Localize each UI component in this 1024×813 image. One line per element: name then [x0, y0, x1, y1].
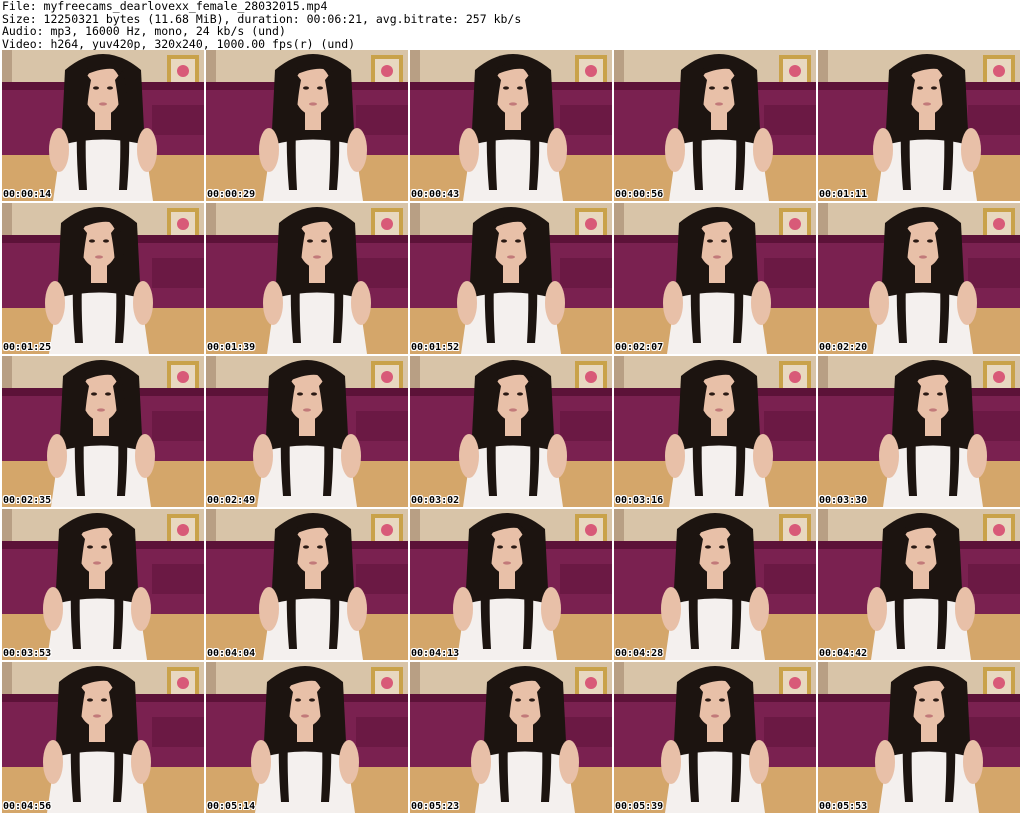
file-info-header: File: myfreecams_dearlovexx_female_28032… [2, 0, 1020, 50]
frame-image [614, 356, 816, 507]
frame-image [206, 203, 408, 354]
frame-image [818, 203, 1020, 354]
frame-image [410, 662, 612, 813]
thumbnail-timestamp: 00:03:16 [615, 495, 664, 506]
thumbnail-timestamp: 00:00:29 [207, 189, 256, 200]
thumbnail-timestamp: 00:02:35 [3, 495, 52, 506]
thumbnail-timestamp: 00:02:20 [819, 342, 868, 353]
video-thumbnail: 00:05:39 [614, 662, 816, 813]
video-thumbnail: 00:05:23 [410, 662, 612, 813]
video-thumbnail: 00:04:56 [2, 662, 204, 813]
frame-image [206, 356, 408, 507]
video-thumbnail: 00:01:11 [818, 50, 1020, 201]
frame-image [410, 203, 612, 354]
frame-image [818, 356, 1020, 507]
thumbnail-timestamp: 00:04:42 [819, 648, 868, 659]
thumbnail-timestamp: 00:04:56 [3, 801, 52, 812]
video-thumbnail: 00:00:14 [2, 50, 204, 201]
video-thumbnail: 00:03:53 [2, 509, 204, 660]
thumbnail-timestamp: 00:00:56 [615, 189, 664, 200]
frame-image [818, 662, 1020, 813]
video-thumbnail: 00:00:56 [614, 50, 816, 201]
frame-image [614, 509, 816, 660]
video-thumbnail: 00:04:28 [614, 509, 816, 660]
thumbnail-timestamp: 00:03:53 [3, 648, 52, 659]
video-thumbnail: 00:04:42 [818, 509, 1020, 660]
video-thumbnail: 00:01:25 [2, 203, 204, 354]
video-thumbnail: 00:05:14 [206, 662, 408, 813]
frame-image [410, 356, 612, 507]
frame-image [614, 50, 816, 201]
thumbnail-timestamp: 00:03:30 [819, 495, 868, 506]
frame-image [410, 509, 612, 660]
thumbnail-timestamp: 00:00:14 [3, 189, 52, 200]
video-thumbnail: 00:02:35 [2, 356, 204, 507]
thumbnail-timestamp: 00:01:11 [819, 189, 868, 200]
frame-image [2, 203, 204, 354]
video-line: Video: h264, yuv420p, 320x240, 1000.00 f… [2, 36, 356, 51]
thumbnail-timestamp: 00:01:39 [207, 342, 256, 353]
frame-image [2, 509, 204, 660]
video-thumbnail: 00:01:52 [410, 203, 612, 354]
frame-image [818, 509, 1020, 660]
thumbnail-timestamp: 00:05:14 [207, 801, 256, 812]
thumbnail-timestamp: 00:05:53 [819, 801, 868, 812]
thumbnail-timestamp: 00:04:28 [615, 648, 664, 659]
frame-image [2, 662, 204, 813]
file-name-line: File: myfreecams_dearlovexx_female_28032… [2, 0, 328, 13]
video-thumbnail: 00:04:13 [410, 509, 612, 660]
audio-line: Audio: mp3, 16000 Hz, mono, 24 kb/s (und… [2, 24, 286, 38]
thumbnail-timestamp: 00:05:39 [615, 801, 664, 812]
video-thumbnail: 00:01:39 [206, 203, 408, 354]
thumbnail-timestamp: 00:04:13 [411, 648, 460, 659]
frame-image [614, 662, 816, 813]
video-thumbnail: 00:03:02 [410, 356, 612, 507]
thumbnail-timestamp: 00:00:43 [411, 189, 460, 200]
frame-image [410, 50, 612, 201]
thumbnail-timestamp: 00:04:04 [207, 648, 256, 659]
thumbnail-timestamp: 00:02:07 [615, 342, 664, 353]
video-thumbnail: 00:03:30 [818, 356, 1020, 507]
frame-image [206, 509, 408, 660]
video-thumbnail: 00:03:16 [614, 356, 816, 507]
thumbnail-timestamp: 00:05:23 [411, 801, 460, 812]
frame-image [818, 50, 1020, 201]
video-thumbnail: 00:04:04 [206, 509, 408, 660]
thumbnail-timestamp: 00:01:25 [3, 342, 52, 353]
video-thumbnail: 00:00:43 [410, 50, 612, 201]
video-thumbnail: 00:05:53 [818, 662, 1020, 813]
frame-image [2, 356, 204, 507]
thumbnail-grid: 00:00:14 00:00:29 00:00:43 00:00:56 00:01:11… [2, 50, 1022, 813]
thumbnail-timestamp: 00:02:49 [207, 495, 256, 506]
thumbnail-timestamp: 00:03:02 [411, 495, 460, 506]
frame-image [206, 50, 408, 201]
video-thumbnail: 00:00:29 [206, 50, 408, 201]
video-thumbnail: 00:02:49 [206, 356, 408, 507]
video-thumbnail: 00:02:20 [818, 203, 1020, 354]
frame-image [206, 662, 408, 813]
thumbnail-timestamp: 00:01:52 [411, 342, 460, 353]
frame-image [614, 203, 816, 354]
frame-image [2, 50, 204, 201]
video-thumbnail: 00:02:07 [614, 203, 816, 354]
